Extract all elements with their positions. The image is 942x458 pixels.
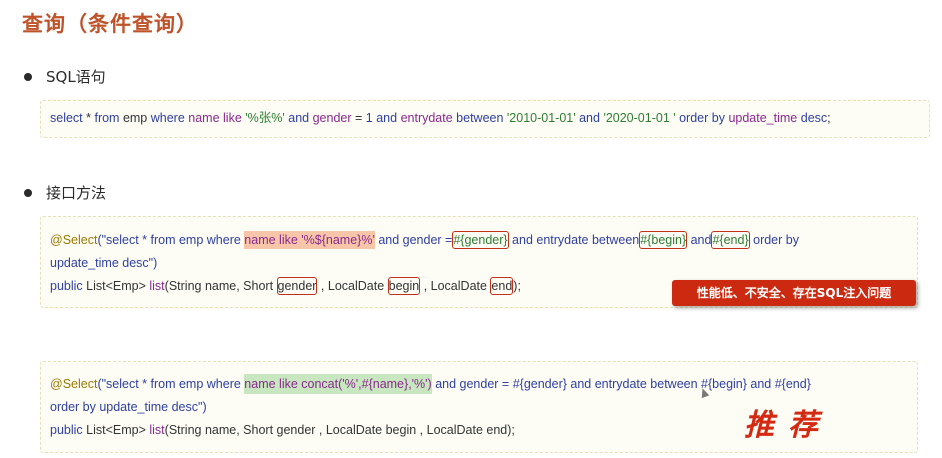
code-text: List<Emp> <box>82 279 150 293</box>
code-text: and entrydate between <box>508 233 640 247</box>
annotation: @Select <box>50 377 98 391</box>
bullet-dot <box>24 189 32 197</box>
sql-token: where <box>150 111 185 125</box>
sql-token: and <box>579 111 600 125</box>
bad-code-line-2: update_time desc") <box>50 256 158 270</box>
code-text: and gender = #{gender} and entrydate bet… <box>431 377 811 391</box>
code-keyword: public <box>50 279 83 293</box>
gender-param-box: #{gender} <box>452 231 509 249</box>
sql-code-block: select * from emp where name like '%张%' … <box>40 100 930 138</box>
code-text: and <box>687 233 712 247</box>
code-text: ("select * from emp where <box>97 377 245 391</box>
code-text: ("select * from emp where <box>97 233 245 247</box>
code-keyword: public <box>50 423 83 437</box>
method-name: list <box>149 423 165 437</box>
sql-token: '2010-01-01' <box>503 111 580 125</box>
sql-token: emp <box>119 111 151 125</box>
end-arg-box: end <box>490 277 514 295</box>
method-name: list <box>149 279 165 293</box>
sql-token: between <box>456 111 504 125</box>
code-text: order by <box>749 233 799 247</box>
code-text: List<Emp> <box>82 423 150 437</box>
end-param-box: #{end} <box>711 231 750 249</box>
code-text: ); <box>513 279 521 293</box>
sql-token: '2020-01-01 ' <box>599 111 680 125</box>
sql-token: = <box>351 111 366 125</box>
sql-token: name <box>188 111 220 125</box>
begin-arg-box: begin <box>387 277 421 295</box>
code-text: , LocalDate <box>420 279 491 293</box>
concat-highlight: name like concat('%',#{name},'%') <box>244 374 432 394</box>
sql-token: ; <box>827 111 831 125</box>
bullet-dot <box>24 73 32 81</box>
gender-arg-box: gender <box>276 277 318 295</box>
sql-token: entrydate <box>400 111 453 125</box>
begin-param-box: #{begin} <box>639 231 688 249</box>
dollar-placeholder-highlight: name like '%${name}%' <box>244 231 375 249</box>
page-title: 查询（条件查询） <box>22 12 198 36</box>
good-code-line-1: @Select("select * from emp where name li… <box>50 373 811 396</box>
code-text: (String name, Short <box>164 279 277 293</box>
good-code-line-2: order by update_time desc") <box>50 400 207 414</box>
sql-injection-warning-badge: 性能低、不安全、存在SQL注入问题 <box>672 280 916 306</box>
annotation: @Select <box>50 233 98 247</box>
sql-token: 1 <box>365 111 373 125</box>
sql-statement: select * from emp where name like '%张%' … <box>50 107 831 130</box>
code-text: (String name, Short gender , LocalDate b… <box>164 423 515 437</box>
sql-token: and <box>288 111 310 125</box>
bad-code-line-1: @Select("select * from emp where name li… <box>50 229 799 252</box>
bad-code-line-3: public List<Emp> list(String name, Short… <box>50 275 521 298</box>
interface-heading: 接口方法 <box>46 184 107 202</box>
sql-token: * <box>82 111 95 125</box>
sql-token: from <box>94 111 120 125</box>
sql-token: desc <box>800 111 828 125</box>
good-code-line-3: public List<Emp> list(String name, Short… <box>50 419 515 442</box>
sql-token: '%张%' <box>241 111 289 125</box>
recommend-label: 推荐 <box>744 408 832 443</box>
code-text: , LocalDate <box>317 279 388 293</box>
sql-token: like <box>223 111 242 125</box>
sql-heading: SQL语句 <box>46 68 106 86</box>
code-text: and gender = <box>374 233 453 247</box>
sql-token: order by <box>679 111 725 125</box>
sql-token: select <box>50 111 83 125</box>
sql-token: update_time <box>728 111 798 125</box>
sql-token: gender <box>312 111 352 125</box>
sql-token: and <box>376 111 398 125</box>
